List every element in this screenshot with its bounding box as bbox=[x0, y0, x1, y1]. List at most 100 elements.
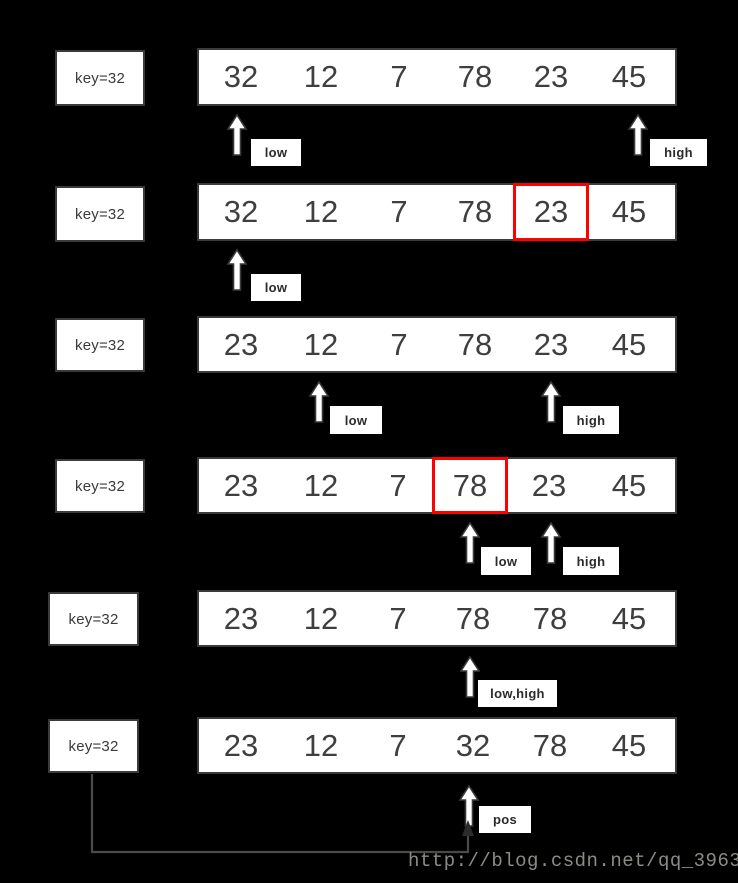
array-cell-value: 7 bbox=[390, 194, 408, 229]
array-cell: 7 bbox=[361, 719, 435, 772]
array-cell: 23 bbox=[510, 459, 588, 512]
pointer-label-text: low bbox=[264, 280, 288, 295]
array-cell: 23 bbox=[513, 50, 589, 104]
array-cell: 78 bbox=[437, 318, 513, 371]
array-cell: 23 bbox=[513, 318, 589, 371]
up-arrow-icon bbox=[459, 521, 481, 564]
key-box-row-3: key=32 bbox=[55, 318, 145, 372]
array-cell: 12 bbox=[281, 459, 361, 512]
key-box-row-5: key=32 bbox=[48, 592, 139, 646]
pointer-label-text: low bbox=[344, 412, 368, 428]
array-cell-value: 12 bbox=[303, 326, 339, 362]
up-arrow-icon bbox=[308, 380, 330, 423]
watermark-label: http://blog.csdn.net/qq_39630587 bbox=[408, 850, 738, 872]
array-cell: 12 bbox=[281, 719, 361, 772]
pointer-label-low: low bbox=[251, 139, 301, 166]
array-cell-value: 23 bbox=[223, 467, 259, 503]
array-row-4: 23 12 7 78 23 45 bbox=[197, 457, 677, 514]
array-cell-value: 45 bbox=[611, 194, 647, 229]
key-box-row-4: key=32 bbox=[55, 459, 145, 513]
array-cell-highlighted: 23 bbox=[513, 183, 589, 241]
array-cell-value: 23 bbox=[223, 727, 259, 763]
array-cell-value: 23 bbox=[223, 600, 259, 636]
up-arrow-icon bbox=[226, 113, 248, 156]
array-cell-value: 12 bbox=[303, 727, 339, 763]
array-cell: 45 bbox=[589, 185, 669, 239]
array-cell-value: 45 bbox=[611, 59, 647, 94]
array-row-5: 23 12 7 78 78 45 bbox=[197, 590, 677, 647]
array-cell: 23 bbox=[201, 719, 281, 772]
pointer-label-low: low bbox=[330, 406, 382, 434]
array-cell: 7 bbox=[361, 318, 437, 371]
pointer-label-text: low bbox=[264, 145, 288, 160]
array-cell-value: 78 bbox=[455, 600, 491, 636]
array-cell: 45 bbox=[589, 719, 669, 772]
pointer-label-low: low bbox=[251, 274, 301, 301]
array-cell: 45 bbox=[589, 318, 669, 371]
array-cell-highlighted: 78 bbox=[432, 457, 508, 514]
up-arrow-icon bbox=[540, 380, 562, 423]
array-cell: 12 bbox=[281, 318, 361, 371]
pointer-label-text: high bbox=[576, 412, 606, 428]
pointer-label-low: low bbox=[481, 547, 531, 575]
array-cell-value: 23 bbox=[533, 326, 569, 362]
array-row-6: 23 12 7 32 78 45 bbox=[197, 717, 677, 774]
array-cell-value: 78 bbox=[457, 326, 493, 362]
array-cell: 12 bbox=[281, 50, 361, 104]
pointer-label-text: low,high bbox=[490, 686, 545, 701]
array-cell: 78 bbox=[435, 592, 511, 645]
pointer-label-high: high bbox=[563, 547, 619, 575]
array-cell-value: 32 bbox=[223, 59, 259, 94]
array-cell-value: 45 bbox=[611, 600, 647, 636]
array-cell-value: 45 bbox=[611, 326, 647, 362]
array-cell-value: 78 bbox=[532, 727, 568, 763]
pointer-label-text: high bbox=[576, 553, 606, 569]
array-cell: 7 bbox=[361, 50, 437, 104]
pointer-label-text: low bbox=[494, 553, 518, 569]
key-box-label: key=32 bbox=[75, 477, 125, 495]
pointer-label-text: pos bbox=[492, 812, 517, 827]
array-cell: 78 bbox=[511, 592, 589, 645]
array-cell-value: 7 bbox=[390, 326, 408, 362]
array-cell-value: 78 bbox=[452, 467, 488, 503]
up-arrow-icon bbox=[226, 248, 248, 291]
array-cell-value: 7 bbox=[389, 467, 407, 503]
array-cell: 45 bbox=[589, 592, 669, 645]
array-cell: 32 bbox=[435, 719, 511, 772]
array-cell: 12 bbox=[281, 592, 361, 645]
array-cell: 78 bbox=[437, 50, 513, 104]
array-cell-value: 32 bbox=[455, 727, 491, 763]
pointer-label-high: high bbox=[563, 406, 619, 434]
pointer-label-pos: pos bbox=[479, 806, 531, 833]
pointer-label-low-high: low,high bbox=[478, 680, 557, 707]
array-cell: 78 bbox=[511, 719, 589, 772]
array-cell: 7 bbox=[361, 592, 435, 645]
diagram-canvas: key=32 32 12 7 78 23 45 low high key=32 … bbox=[0, 0, 738, 883]
key-box-row-1: key=32 bbox=[55, 50, 145, 106]
array-row-2: 32 12 7 78 23 45 bbox=[197, 183, 677, 241]
array-cell: 45 bbox=[589, 459, 669, 512]
array-cell-value: 23 bbox=[531, 467, 567, 503]
array-cell-value: 23 bbox=[533, 59, 569, 94]
watermark-text: http://blog.csdn.net/qq_39630587 bbox=[408, 850, 738, 872]
array-cell-value: 78 bbox=[457, 59, 493, 94]
array-cell: 78 bbox=[437, 185, 513, 239]
key-box-label: key=32 bbox=[75, 69, 125, 87]
array-row-3: 23 12 7 78 23 45 bbox=[197, 316, 677, 373]
pointer-label-high: high bbox=[650, 139, 707, 166]
key-box-row-6: key=32 bbox=[48, 719, 139, 773]
pointer-label-text: high bbox=[664, 145, 693, 160]
array-cell-value: 7 bbox=[389, 600, 407, 636]
key-box-label: key=32 bbox=[75, 336, 125, 354]
array-cell: 7 bbox=[361, 459, 435, 512]
array-cell-value: 12 bbox=[303, 467, 339, 503]
array-cell-value: 45 bbox=[611, 467, 647, 503]
key-box-row-2: key=32 bbox=[55, 186, 145, 242]
array-cell: 32 bbox=[201, 50, 281, 104]
array-cell: 45 bbox=[589, 50, 669, 104]
array-cell-value: 23 bbox=[533, 194, 569, 229]
array-cell-value: 78 bbox=[457, 194, 493, 229]
array-cell-value: 12 bbox=[303, 59, 339, 94]
array-cell: 23 bbox=[201, 459, 281, 512]
up-arrow-icon bbox=[540, 521, 562, 564]
